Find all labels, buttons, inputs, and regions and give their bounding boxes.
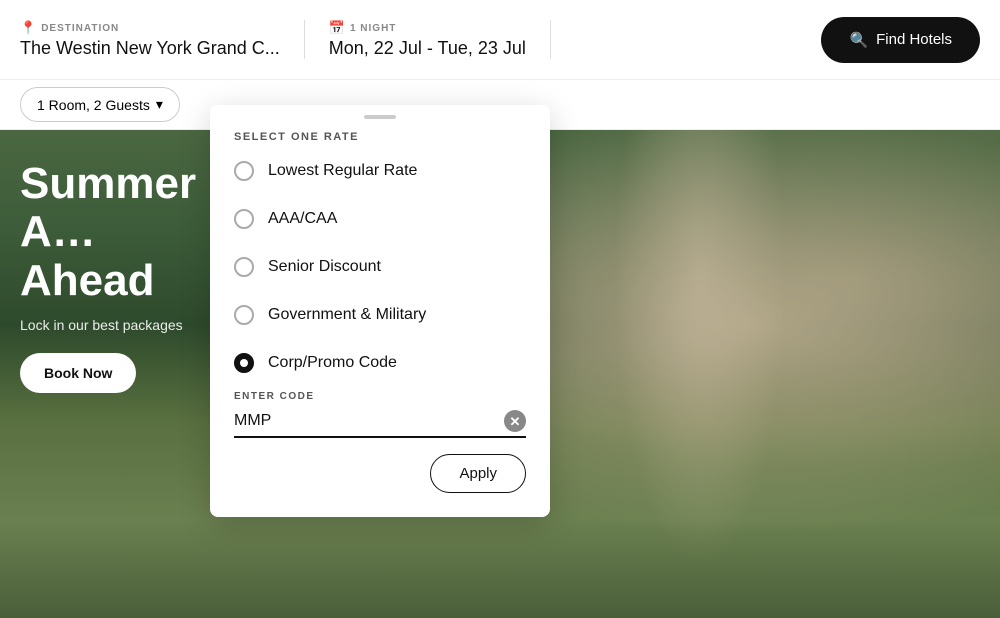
clear-code-button[interactable]: ✕	[504, 410, 526, 432]
rate-option-gov[interactable]: Government & Military	[210, 291, 550, 339]
rooms-guests-button[interactable]: 1 Room, 2 Guests ▾	[20, 87, 180, 122]
hero-title: Summer A…Ahead	[20, 160, 220, 305]
search-icon: 🔍	[849, 31, 868, 49]
nights-label: 📅 1 NIGHT	[329, 20, 526, 36]
close-icon: ✕	[510, 415, 521, 428]
destination-label: 📍 DESTINATION	[20, 20, 280, 36]
hero-text-block: Summer A…Ahead Lock in our best packages…	[20, 160, 220, 393]
dates-section: 📅 1 NIGHT Mon, 22 Jul - Tue, 23 Jul	[305, 20, 551, 59]
radio-gov[interactable]	[234, 305, 254, 325]
dates-value: Mon, 22 Jul - Tue, 23 Jul	[329, 38, 526, 59]
radio-corp[interactable]	[234, 353, 254, 373]
rate-label-lowest: Lowest Regular Rate	[268, 162, 417, 180]
promo-code-input[interactable]	[234, 412, 496, 430]
destination-value: The Westin New York Grand C...	[20, 38, 280, 59]
rate-option-lowest[interactable]: Lowest Regular Rate	[210, 147, 550, 195]
apply-row: Apply	[210, 438, 550, 493]
dropdown-handle	[210, 105, 550, 123]
rate-label-senior: Senior Discount	[268, 258, 381, 276]
find-hotels-button[interactable]: 🔍 Find Hotels	[821, 17, 980, 63]
rate-label-gov: Government & Military	[268, 306, 426, 324]
radio-aaa[interactable]	[234, 209, 254, 229]
chevron-down-icon: ▾	[156, 96, 163, 113]
book-now-button[interactable]: Book Now	[20, 353, 136, 393]
code-entry-section: ENTER CODE ✕	[210, 387, 550, 438]
rate-label-aaa: AAA/CAA	[268, 210, 337, 228]
rate-section-label: SELECT ONE RATE	[210, 123, 550, 147]
apply-button[interactable]: Apply	[430, 454, 526, 493]
pin-icon: 📍	[20, 20, 37, 36]
hero-subtitle: Lock in our best packages	[20, 317, 220, 333]
calendar-icon: 📅	[329, 20, 346, 36]
page-header: 📍 DESTINATION The Westin New York Grand …	[0, 0, 1000, 80]
hero-person	[600, 130, 800, 618]
rate-option-senior[interactable]: Senior Discount	[210, 243, 550, 291]
rate-option-aaa[interactable]: AAA/CAA	[210, 195, 550, 243]
radio-senior[interactable]	[234, 257, 254, 277]
rate-label-corp: Corp/Promo Code	[268, 354, 397, 372]
radio-lowest[interactable]	[234, 161, 254, 181]
rate-option-corp[interactable]: Corp/Promo Code	[210, 339, 550, 387]
rate-dropdown: SELECT ONE RATE Lowest Regular Rate AAA/…	[210, 105, 550, 517]
code-entry-label: ENTER CODE	[234, 391, 526, 402]
code-input-row: ✕	[234, 410, 526, 438]
handle-bar	[364, 115, 396, 119]
destination-section: 📍 DESTINATION The Westin New York Grand …	[20, 20, 305, 59]
